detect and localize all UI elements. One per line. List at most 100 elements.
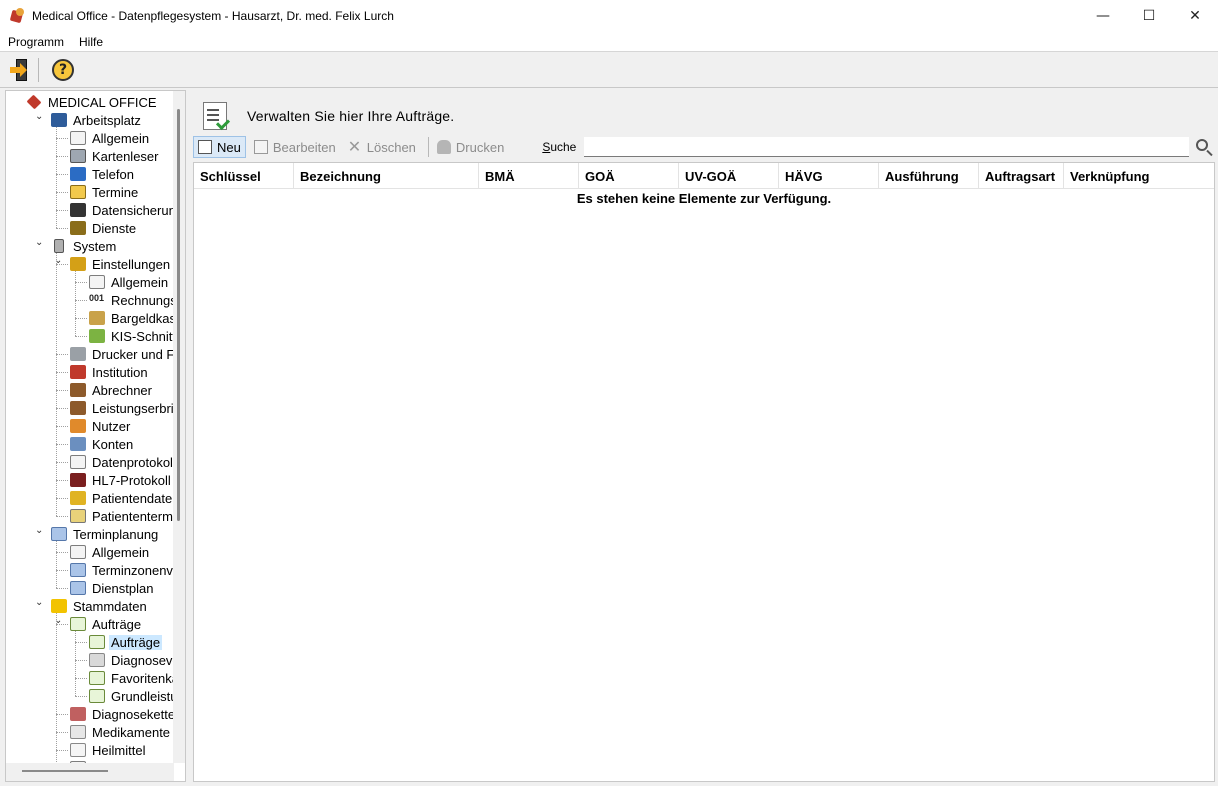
order-icon (89, 635, 105, 649)
cash-icon (89, 311, 105, 325)
tree-item[interactable]: Allgemein (89, 273, 170, 291)
tree-item[interactable]: Telefon (70, 165, 136, 183)
minimize-button[interactable]: — (1080, 0, 1126, 32)
tree-connector (56, 372, 68, 373)
tree-item[interactable]: ⌄ System (35, 237, 118, 255)
tree-item-label: Diagnoseketten (92, 706, 174, 722)
tree-item[interactable]: Diagnoseketten (70, 705, 174, 723)
column-header-uv-goa[interactable]: UV-GOÄ (679, 163, 779, 189)
column-header-ausfuehrung[interactable]: Ausführung (879, 163, 979, 189)
tree-connector (75, 300, 87, 301)
tree-item[interactable]: Dienste (70, 219, 138, 237)
tree-connector (56, 462, 68, 463)
maximize-button[interactable]: ☐ (1126, 0, 1172, 32)
close-button[interactable]: ✕ (1172, 0, 1218, 32)
search-button[interactable] (1193, 136, 1215, 158)
tree-item-label: Telefon (92, 166, 134, 182)
help-button[interactable]: ? (49, 56, 77, 84)
tree-guide-line (56, 541, 57, 588)
tree-item[interactable]: ⌄ Aufträge (54, 615, 143, 633)
tree-item[interactable]: Patientendatenim (70, 489, 174, 507)
tree-item-label: Patiententermina (92, 508, 174, 524)
tree-item[interactable]: ⌄ Einstellungen (54, 255, 172, 273)
term-icon (70, 509, 86, 523)
tree-item[interactable]: Abrechner (70, 381, 154, 399)
column-header-bma[interactable]: BMÄ (479, 163, 579, 189)
tree-item[interactable]: Patiententermina (70, 507, 174, 525)
column-header-bezeichnung[interactable]: Bezeichnung (294, 163, 479, 189)
tree-item[interactable]: HL7-Protokoll (70, 471, 173, 489)
tree-item[interactable]: Drucker und Forn (70, 345, 174, 363)
column-header-schluessel[interactable]: Schlüssel (194, 163, 294, 189)
tree-item[interactable]: MEDICAL OFFICE (26, 93, 159, 111)
tree-item-label: Einstellungen (92, 256, 171, 272)
tree-item[interactable]: Terminzonenverw (70, 561, 174, 579)
action-bar: Neu Bearbeiten ✕ Löschen Drucken Suche (193, 134, 1215, 160)
tree-item-label: Medikamente (92, 724, 171, 740)
tree-item-label: Diagnoseverkr (111, 652, 174, 668)
tree-item[interactable]: Heilmittel (70, 741, 147, 759)
column-header-auftragsart[interactable]: Auftragsart (979, 163, 1064, 189)
new-button[interactable]: Neu (193, 136, 246, 158)
phone-icon (70, 167, 86, 181)
tree-item[interactable]: Institution (70, 363, 150, 381)
tree-item[interactable]: Bargeldkasse (89, 309, 174, 327)
tree-connector (56, 174, 68, 175)
expand-chevron-icon[interactable]: ⌄ (35, 112, 45, 122)
doc-icon (70, 545, 86, 559)
order-icon (89, 671, 105, 685)
expand-chevron-icon[interactable]: ⌄ (35, 598, 45, 608)
tree-item[interactable]: Diagnoseverkr (89, 651, 174, 669)
tree-item[interactable]: 001 Rechnungsnu (89, 291, 174, 309)
tree-item[interactable]: KIS-Schnittste (89, 327, 174, 345)
tree-item[interactable]: Allgemein (70, 129, 151, 147)
tree-connector (56, 354, 68, 355)
tree-item-label: Arbeitsplatz (73, 112, 141, 128)
page-title: Verwalten Sie hier Ihre Aufträge. (247, 108, 455, 124)
tree-item[interactable]: Allgemein (70, 543, 151, 561)
print-icon (436, 140, 451, 154)
tree-item[interactable]: Kartenleser (70, 147, 160, 165)
tree-item-label: MEDICAL OFFICE (48, 94, 157, 110)
tree-item[interactable]: Leistungserbringe (70, 399, 174, 417)
tree-vertical-scrollbar[interactable] (173, 91, 185, 763)
tree-item[interactable]: ⌄ Arbeitsplatz (35, 111, 143, 129)
tree-item[interactable]: Datensicherung (70, 201, 174, 219)
orders-table: Schlüssel Bezeichnung BMÄ GOÄ UV-GOÄ HÄV… (193, 162, 1215, 782)
tree-item[interactable]: Medikamente (70, 723, 172, 741)
expand-chevron-icon[interactable]: ⌄ (35, 238, 45, 248)
column-header-goa[interactable]: GOÄ (579, 163, 679, 189)
coins-icon (51, 599, 67, 613)
tree-item[interactable]: Termine (70, 183, 140, 201)
delete-button[interactable]: ✕ Löschen (344, 136, 420, 158)
expand-chevron-icon[interactable]: ⌄ (35, 526, 45, 536)
search-input[interactable] (584, 137, 1190, 157)
tree-item-label: Termine (92, 184, 139, 200)
tree-item-label: Aufträge (92, 616, 142, 632)
edit-button[interactable]: Bearbeiten (250, 136, 340, 158)
tree-item[interactable]: Konten (70, 435, 135, 453)
column-header-verknuepfung[interactable]: Verknüpfung (1064, 163, 1214, 189)
tree-connector (75, 678, 87, 679)
tree-item[interactable]: Favoritenkateg (89, 669, 174, 687)
page-header: Verwalten Sie hier Ihre Aufträge. (203, 98, 454, 134)
tree-item[interactable]: Nutzer (70, 417, 132, 435)
tree-item[interactable]: ⌄ Terminplanung (35, 525, 160, 543)
tree-item-label: Kartenleser (92, 148, 159, 164)
menu-hilfe[interactable]: Hilfe (72, 35, 110, 49)
tree-horizontal-scroll-thumb[interactable] (22, 770, 108, 772)
tree-item[interactable]: Aufträge (89, 633, 163, 651)
print-button[interactable]: Drucken (433, 136, 508, 158)
tree-item-label: Terminzonenverw (92, 562, 174, 578)
exit-button[interactable] (5, 56, 33, 84)
tree-horizontal-scrollbar[interactable] (6, 763, 174, 781)
tree-item[interactable]: Grundleistung (89, 687, 174, 705)
tree-item[interactable]: ⌄ Stammdaten (35, 597, 149, 615)
tree-item[interactable]: Datenprotokoll (70, 453, 174, 471)
tree-vertical-scroll-thumb[interactable] (177, 109, 180, 521)
column-header-havg[interactable]: HÄVG (779, 163, 879, 189)
menu-programm[interactable]: Programm (1, 35, 71, 49)
tree-item[interactable]: Dienstplan (70, 579, 155, 597)
delete-button-label: Löschen (366, 139, 416, 155)
order-checklist-icon (203, 102, 227, 130)
